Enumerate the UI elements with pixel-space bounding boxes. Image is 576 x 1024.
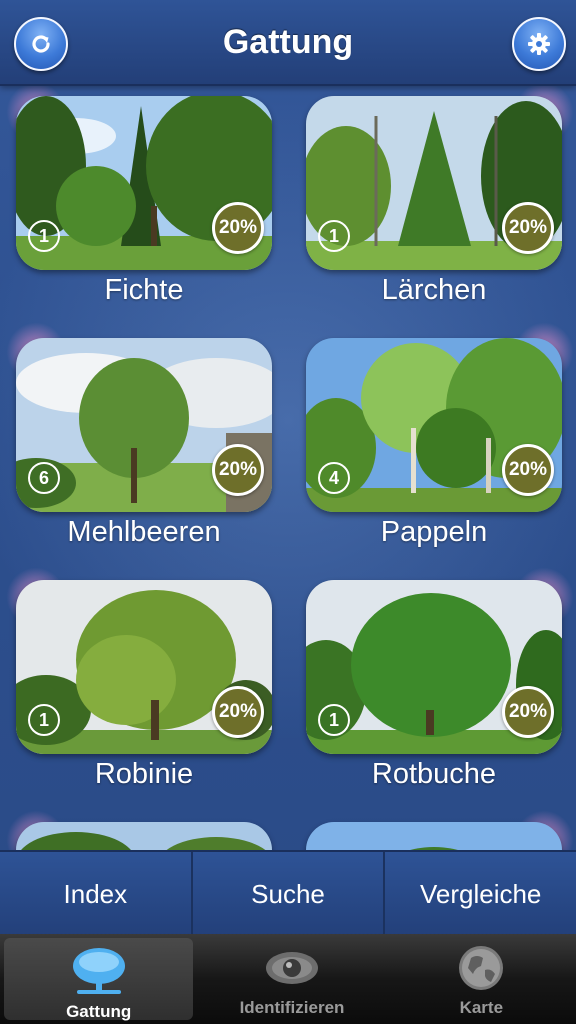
count-badge: 6 <box>28 462 60 494</box>
refresh-icon <box>32 35 50 53</box>
tab-karte[interactable]: Karte <box>387 934 576 1024</box>
page-title: Gattung <box>222 23 354 61</box>
count-badge: 1 <box>28 220 60 252</box>
percent-badge: 20% <box>502 444 554 496</box>
genus-label: Fichte <box>104 274 184 306</box>
percent-badge: 20% <box>502 686 554 738</box>
tab-label: Identifizieren <box>239 998 345 1017</box>
refresh-button[interactable] <box>14 17 68 71</box>
genus-label: Rotbuche <box>371 758 497 790</box>
count-badge: 4 <box>318 462 350 494</box>
index-button[interactable]: Index <box>0 852 193 936</box>
count-badge: 1 <box>28 704 60 736</box>
gear-icon <box>528 33 550 55</box>
percent-badge: 20% <box>212 686 264 738</box>
search-button[interactable]: Suche <box>193 852 386 936</box>
genus-label: Mehlbeeren <box>67 516 221 548</box>
tree-icon <box>69 946 129 998</box>
genus-label: Lärchen <box>381 274 487 306</box>
navigation-bar: Gattung <box>0 0 576 86</box>
tab-bar: Gattung Identifizieren Karte <box>0 934 576 1024</box>
genus-label: Robinie <box>94 758 194 790</box>
tab-identifizieren[interactable]: Identifizieren <box>197 934 386 1024</box>
tab-gattung[interactable]: Gattung <box>4 938 194 1021</box>
tab-label: Gattung <box>66 1002 132 1021</box>
percent-badge: 20% <box>212 444 264 496</box>
tab-label: Karte <box>459 998 504 1017</box>
segmented-control: Index Suche Vergleiche <box>0 850 576 938</box>
eye-icon <box>262 942 322 994</box>
globe-icon <box>451 942 511 994</box>
settings-button[interactable] <box>512 17 566 71</box>
percent-badge: 20% <box>502 202 554 254</box>
count-badge: 1 <box>318 704 350 736</box>
count-badge: 1 <box>318 220 350 252</box>
percent-badge: 20% <box>212 202 264 254</box>
genus-label: Pappeln <box>380 516 488 548</box>
compare-button[interactable]: Vergleiche <box>385 852 576 936</box>
